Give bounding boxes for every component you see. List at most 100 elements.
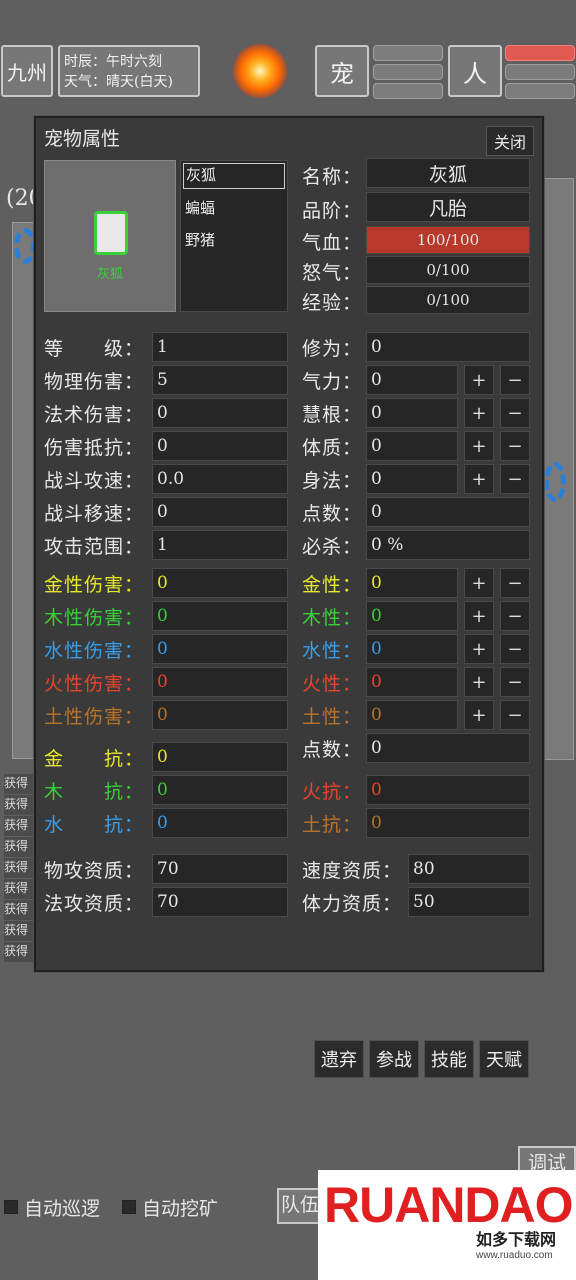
watermark-site: 如多下载网 xyxy=(476,1230,557,1249)
pet-status-bars xyxy=(373,45,443,99)
element-attr-label: 土性： xyxy=(302,706,363,728)
minus-button[interactable]: − xyxy=(500,431,530,461)
stat-value: 0.0 xyxy=(152,464,288,494)
resist-label: 金 抗： xyxy=(44,748,145,770)
join-battle-button[interactable]: 参战 xyxy=(369,1040,419,1078)
speed-aptitude-value: 80 xyxy=(408,854,530,884)
attr-value: 0 xyxy=(366,332,530,362)
pet-button[interactable]: 宠 xyxy=(315,45,369,97)
log-line: 获得 xyxy=(4,837,36,857)
background-gear-left-icon xyxy=(14,228,36,264)
person-status-bars xyxy=(505,45,575,99)
attr-value: 0 xyxy=(366,365,458,395)
attr-value: 0 xyxy=(366,431,458,461)
plus-button[interactable]: + xyxy=(464,464,494,494)
attr-label: 修为： xyxy=(302,338,363,360)
skills-button[interactable]: 技能 xyxy=(424,1040,474,1078)
auto-patrol-label: 自动巡逻 xyxy=(24,1198,101,1220)
abandon-button[interactable]: 遗弃 xyxy=(314,1040,364,1078)
exp-bar: 0/100 xyxy=(366,286,530,314)
minus-button[interactable]: − xyxy=(500,398,530,428)
plus-button[interactable]: + xyxy=(464,431,494,461)
minus-button[interactable]: − xyxy=(500,601,530,631)
element-damage-label: 金性伤害： xyxy=(44,574,145,596)
plus-button[interactable]: + xyxy=(464,700,494,730)
element-points-value: 0 xyxy=(366,733,530,763)
minus-button[interactable]: − xyxy=(500,365,530,395)
watermark: RUANDAO 如多下载网 www.ruaduo.com xyxy=(318,1170,576,1280)
minus-button[interactable]: − xyxy=(500,634,530,664)
grade-label: 品阶： xyxy=(302,200,363,222)
close-button[interactable]: 关闭 xyxy=(486,126,534,156)
background-gear-right-icon xyxy=(544,462,566,502)
plus-button[interactable]: + xyxy=(464,568,494,598)
sun-icon xyxy=(233,44,287,98)
element-damage-label: 火性伤害： xyxy=(44,673,145,695)
element-attr-label: 木性： xyxy=(302,607,363,629)
magic-aptitude-label: 法攻资质： xyxy=(44,893,145,915)
auto-mine-checkbox[interactable] xyxy=(122,1200,136,1214)
plus-button[interactable]: + xyxy=(464,667,494,697)
speed-aptitude-label: 速度资质： xyxy=(302,860,403,882)
watermark-url: www.ruaduo.com xyxy=(476,1250,553,1261)
stat-label: 攻击范围： xyxy=(44,536,145,558)
time-text: 时辰：午时六刻 xyxy=(64,54,162,70)
magic-aptitude-value: 70 xyxy=(152,887,288,917)
resist-label: 土抗： xyxy=(302,814,363,836)
element-attr-value: 0 xyxy=(366,601,458,631)
phys-aptitude-value: 70 xyxy=(152,854,288,884)
element-attr-value: 0 xyxy=(366,634,458,664)
stat-value: 1 xyxy=(152,332,288,362)
minus-button[interactable]: − xyxy=(500,464,530,494)
attr-label: 点数： xyxy=(302,503,363,525)
element-attr-value: 0 xyxy=(366,667,458,697)
pet-list-item[interactable]: 蝙蝠 xyxy=(185,197,215,218)
stat-value: 0 xyxy=(152,431,288,461)
person-button[interactable]: 人 xyxy=(448,45,502,97)
attr-label: 气力： xyxy=(302,371,363,393)
stat-value: 5 xyxy=(152,365,288,395)
resist-value: 0 xyxy=(152,775,288,805)
rage-label: 怒气： xyxy=(302,262,363,284)
resist-value: 0 xyxy=(152,742,288,772)
pet-list-item[interactable]: 野猪 xyxy=(185,229,215,250)
plus-button[interactable]: + xyxy=(464,365,494,395)
element-attr-label: 火性： xyxy=(302,673,363,695)
plus-button[interactable]: + xyxy=(464,634,494,664)
attr-value: 0 xyxy=(366,464,458,494)
stat-value: 0 xyxy=(152,497,288,527)
auto-patrol-checkbox[interactable] xyxy=(4,1200,18,1214)
pet-attribute-panel: 宠物属性 关闭 灰狐 灰狐 蝙蝠 野猪 名称： 灰狐 品阶： 凡胎 气血： 10… xyxy=(34,116,544,1078)
attr-value: 0 % xyxy=(366,530,530,560)
plus-button[interactable]: + xyxy=(464,398,494,428)
log-line: 获得 xyxy=(4,795,36,815)
pet-list-item[interactable]: 灰狐 xyxy=(183,163,285,189)
rage-bar: 0/100 xyxy=(366,256,530,284)
talent-button[interactable]: 天赋 xyxy=(479,1040,529,1078)
region-button[interactable]: 九州 xyxy=(1,45,53,97)
hp-label: 气血： xyxy=(302,232,363,254)
pet-portrait: 灰狐 xyxy=(44,160,176,312)
plus-button[interactable]: + xyxy=(464,601,494,631)
hp-bar: 100/100 xyxy=(366,226,530,254)
element-attr-value: 0 xyxy=(366,700,458,730)
pet-portrait-label: 灰狐 xyxy=(96,267,123,282)
minus-button[interactable]: − xyxy=(500,700,530,730)
log-line: 获得 xyxy=(4,942,36,962)
log-line: 获得 xyxy=(4,900,36,920)
grade-value: 凡胎 xyxy=(366,192,530,222)
stat-value: 0 xyxy=(152,398,288,428)
resist-label: 木 抗： xyxy=(44,781,145,803)
stat-label: 法术伤害： xyxy=(44,404,145,426)
element-points-label: 点数： xyxy=(302,739,363,761)
minus-button[interactable]: − xyxy=(500,568,530,598)
time-weather-box: 时辰：午时六刻 天气：晴天(白天) xyxy=(58,45,200,97)
stat-label: 物理伤害： xyxy=(44,371,145,393)
element-attr-value: 0 xyxy=(366,568,458,598)
minus-button[interactable]: − xyxy=(500,667,530,697)
stat-label: 战斗攻速： xyxy=(44,470,145,492)
pet-list: 灰狐 蝙蝠 野猪 xyxy=(180,160,288,312)
attr-value: 0 xyxy=(366,398,458,428)
element-damage-value: 0 xyxy=(152,634,288,664)
name-value: 灰狐 xyxy=(366,158,530,188)
